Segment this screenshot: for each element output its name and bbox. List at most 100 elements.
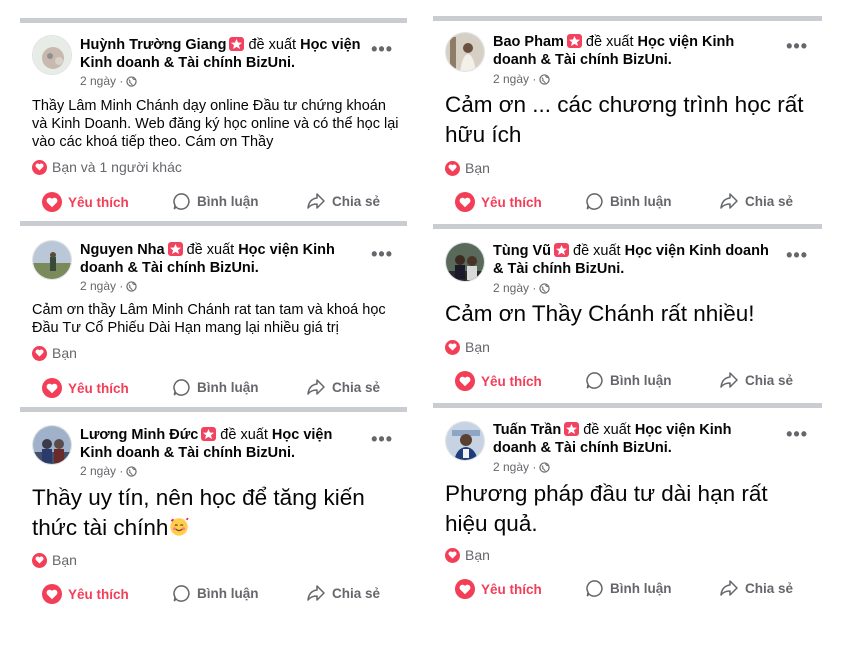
more-options-icon[interactable]: ••• bbox=[786, 37, 808, 55]
share-button[interactable]: Chia sẻ bbox=[306, 378, 380, 396]
post-divider bbox=[20, 221, 407, 226]
like-button[interactable]: Yêu thích bbox=[455, 192, 542, 212]
recommend-verb: đề xuất bbox=[585, 34, 634, 50]
action-bar: Yêu thích Bình luận Chia sẻ bbox=[433, 579, 822, 601]
share-arrow-icon bbox=[720, 193, 738, 209]
share-arrow-icon bbox=[720, 372, 738, 388]
avatar[interactable] bbox=[32, 425, 72, 465]
more-options-icon[interactable]: ••• bbox=[786, 425, 808, 443]
share-button[interactable]: Chia sẻ bbox=[719, 371, 793, 389]
avatar[interactable] bbox=[32, 240, 72, 280]
avatar[interactable] bbox=[445, 421, 485, 461]
author-name[interactable]: Tuấn Trần bbox=[493, 422, 561, 438]
comment-bubble-icon bbox=[586, 193, 603, 210]
share-button[interactable]: Chia sẻ bbox=[306, 192, 380, 210]
reaction-summary[interactable]: Bạn bbox=[32, 552, 77, 568]
more-options-icon[interactable]: ••• bbox=[371, 430, 393, 448]
globe-icon bbox=[126, 280, 138, 292]
like-button[interactable]: Yêu thích bbox=[455, 579, 542, 599]
comment-button[interactable]: Bình luận bbox=[172, 378, 259, 397]
heart-reaction-icon bbox=[32, 345, 47, 361]
author-name[interactable]: Tùng Vũ bbox=[493, 243, 551, 259]
recommend-star-icon bbox=[201, 427, 217, 441]
post-meta: 2 ngày · bbox=[493, 460, 551, 474]
post-header: Tùng Vũ đề xuất Học viện Kinh doanh & Tài… bbox=[493, 242, 776, 278]
reaction-count-text: Bạn bbox=[52, 552, 77, 568]
timestamp[interactable]: 2 ngày · bbox=[493, 460, 536, 474]
post-divider bbox=[20, 18, 407, 23]
comment-button[interactable]: Bình luận bbox=[172, 584, 259, 603]
comment-button[interactable]: Bình luận bbox=[585, 371, 672, 390]
action-bar: Yêu thích Bình luận Chia sẻ bbox=[20, 584, 407, 606]
author-name[interactable]: Lương Minh Đức bbox=[80, 427, 198, 443]
comment-label: Bình luận bbox=[197, 380, 259, 395]
recommend-star-icon bbox=[167, 242, 183, 256]
like-button[interactable]: Yêu thích bbox=[42, 584, 129, 604]
like-button[interactable]: Yêu thích bbox=[42, 378, 129, 398]
recommend-verb: đề xuất bbox=[220, 427, 268, 443]
reaction-summary[interactable]: Bạn và 1 người khác bbox=[32, 159, 182, 175]
share-label: Chia sẻ bbox=[745, 580, 794, 596]
post-meta: 2 ngày · bbox=[80, 464, 138, 478]
timestamp[interactable]: 2 ngày · bbox=[80, 74, 123, 88]
like-label: Yêu thích bbox=[481, 581, 542, 597]
like-label: Yêu thích bbox=[68, 194, 129, 210]
post-header: Nguyen Nha đề xuất Học viện Kinh doanh & … bbox=[80, 241, 361, 277]
more-options-icon[interactable]: ••• bbox=[786, 246, 808, 264]
timestamp[interactable]: 2 ngày · bbox=[80, 464, 123, 478]
comment-label: Bình luận bbox=[197, 586, 259, 601]
post-header: Huỳnh Trường Giang đề xuất Học viện Kinh … bbox=[80, 36, 361, 72]
heart-icon bbox=[42, 584, 62, 604]
share-label: Chia sẻ bbox=[745, 372, 794, 388]
comment-bubble-icon bbox=[586, 580, 603, 597]
post-header: Bao Pham đề xuất Học viện Kinh doanh & Tà… bbox=[493, 33, 776, 69]
avatar[interactable] bbox=[32, 35, 72, 75]
author-name[interactable]: Huỳnh Trường Giang bbox=[80, 37, 226, 53]
share-button[interactable]: Chia sẻ bbox=[719, 579, 793, 597]
more-options-icon[interactable]: ••• bbox=[371, 245, 393, 263]
post-text: Cảm ơn Thầy Chánh rất nhiều! bbox=[445, 301, 755, 326]
timestamp[interactable]: 2 ngày · bbox=[493, 281, 536, 295]
avatar[interactable] bbox=[445, 32, 485, 72]
heart-icon bbox=[42, 192, 62, 212]
reaction-count-text: Bạn và 1 người khác bbox=[52, 159, 182, 175]
author-name[interactable]: Nguyen Nha bbox=[80, 242, 165, 258]
share-button[interactable]: Chia sẻ bbox=[719, 192, 793, 210]
comment-label: Bình luận bbox=[610, 581, 672, 596]
post-meta: 2 ngày · bbox=[80, 74, 138, 88]
post-header: Tuấn Trần đề xuất Học viện Kinh doanh & T… bbox=[493, 421, 776, 457]
comment-bubble-icon bbox=[173, 379, 190, 396]
timestamp[interactable]: 2 ngày · bbox=[493, 72, 536, 86]
comment-button[interactable]: Bình luận bbox=[172, 192, 259, 211]
comment-button[interactable]: Bình luận bbox=[585, 579, 672, 598]
avatar[interactable] bbox=[445, 242, 485, 282]
reaction-summary[interactable]: Bạn bbox=[445, 339, 490, 355]
comment-label: Bình luận bbox=[197, 194, 259, 209]
share-arrow-icon bbox=[307, 193, 325, 209]
more-options-icon[interactable]: ••• bbox=[371, 40, 393, 58]
post-card: Bao Pham đề xuất Học viện Kinh doanh & Tà… bbox=[433, 16, 822, 223]
action-bar: Yêu thích Bình luận Chia sẻ bbox=[433, 371, 822, 393]
recommend-star-icon bbox=[229, 37, 245, 51]
recommend-verb: đề xuất bbox=[186, 242, 235, 258]
reaction-count-text: Bạn bbox=[52, 345, 77, 361]
heart-reaction-icon bbox=[445, 339, 460, 355]
like-label: Yêu thích bbox=[481, 194, 542, 210]
reaction-summary[interactable]: Bạn bbox=[445, 547, 490, 563]
globe-icon bbox=[539, 73, 551, 85]
comment-bubble-icon bbox=[173, 585, 190, 602]
comment-button[interactable]: Bình luận bbox=[585, 192, 672, 211]
timestamp[interactable]: 2 ngày · bbox=[80, 279, 123, 293]
like-button[interactable]: Yêu thích bbox=[42, 192, 129, 212]
reaction-count-text: Bạn bbox=[465, 339, 490, 355]
recommend-verb: đề xuất bbox=[248, 37, 297, 53]
recommend-verb: đề xuất bbox=[573, 243, 621, 259]
share-button[interactable]: Chia sẻ bbox=[306, 584, 380, 602]
author-name[interactable]: Bao Pham bbox=[493, 34, 564, 50]
reaction-summary[interactable]: Bạn bbox=[32, 345, 77, 361]
comment-label: Bình luận bbox=[610, 373, 672, 388]
post-card: Lương Minh Đức đề xuất Học viện Kinh doan… bbox=[20, 407, 407, 617]
like-button[interactable]: Yêu thích bbox=[455, 371, 542, 391]
heart-icon bbox=[42, 378, 62, 398]
reaction-summary[interactable]: Bạn bbox=[445, 160, 490, 176]
